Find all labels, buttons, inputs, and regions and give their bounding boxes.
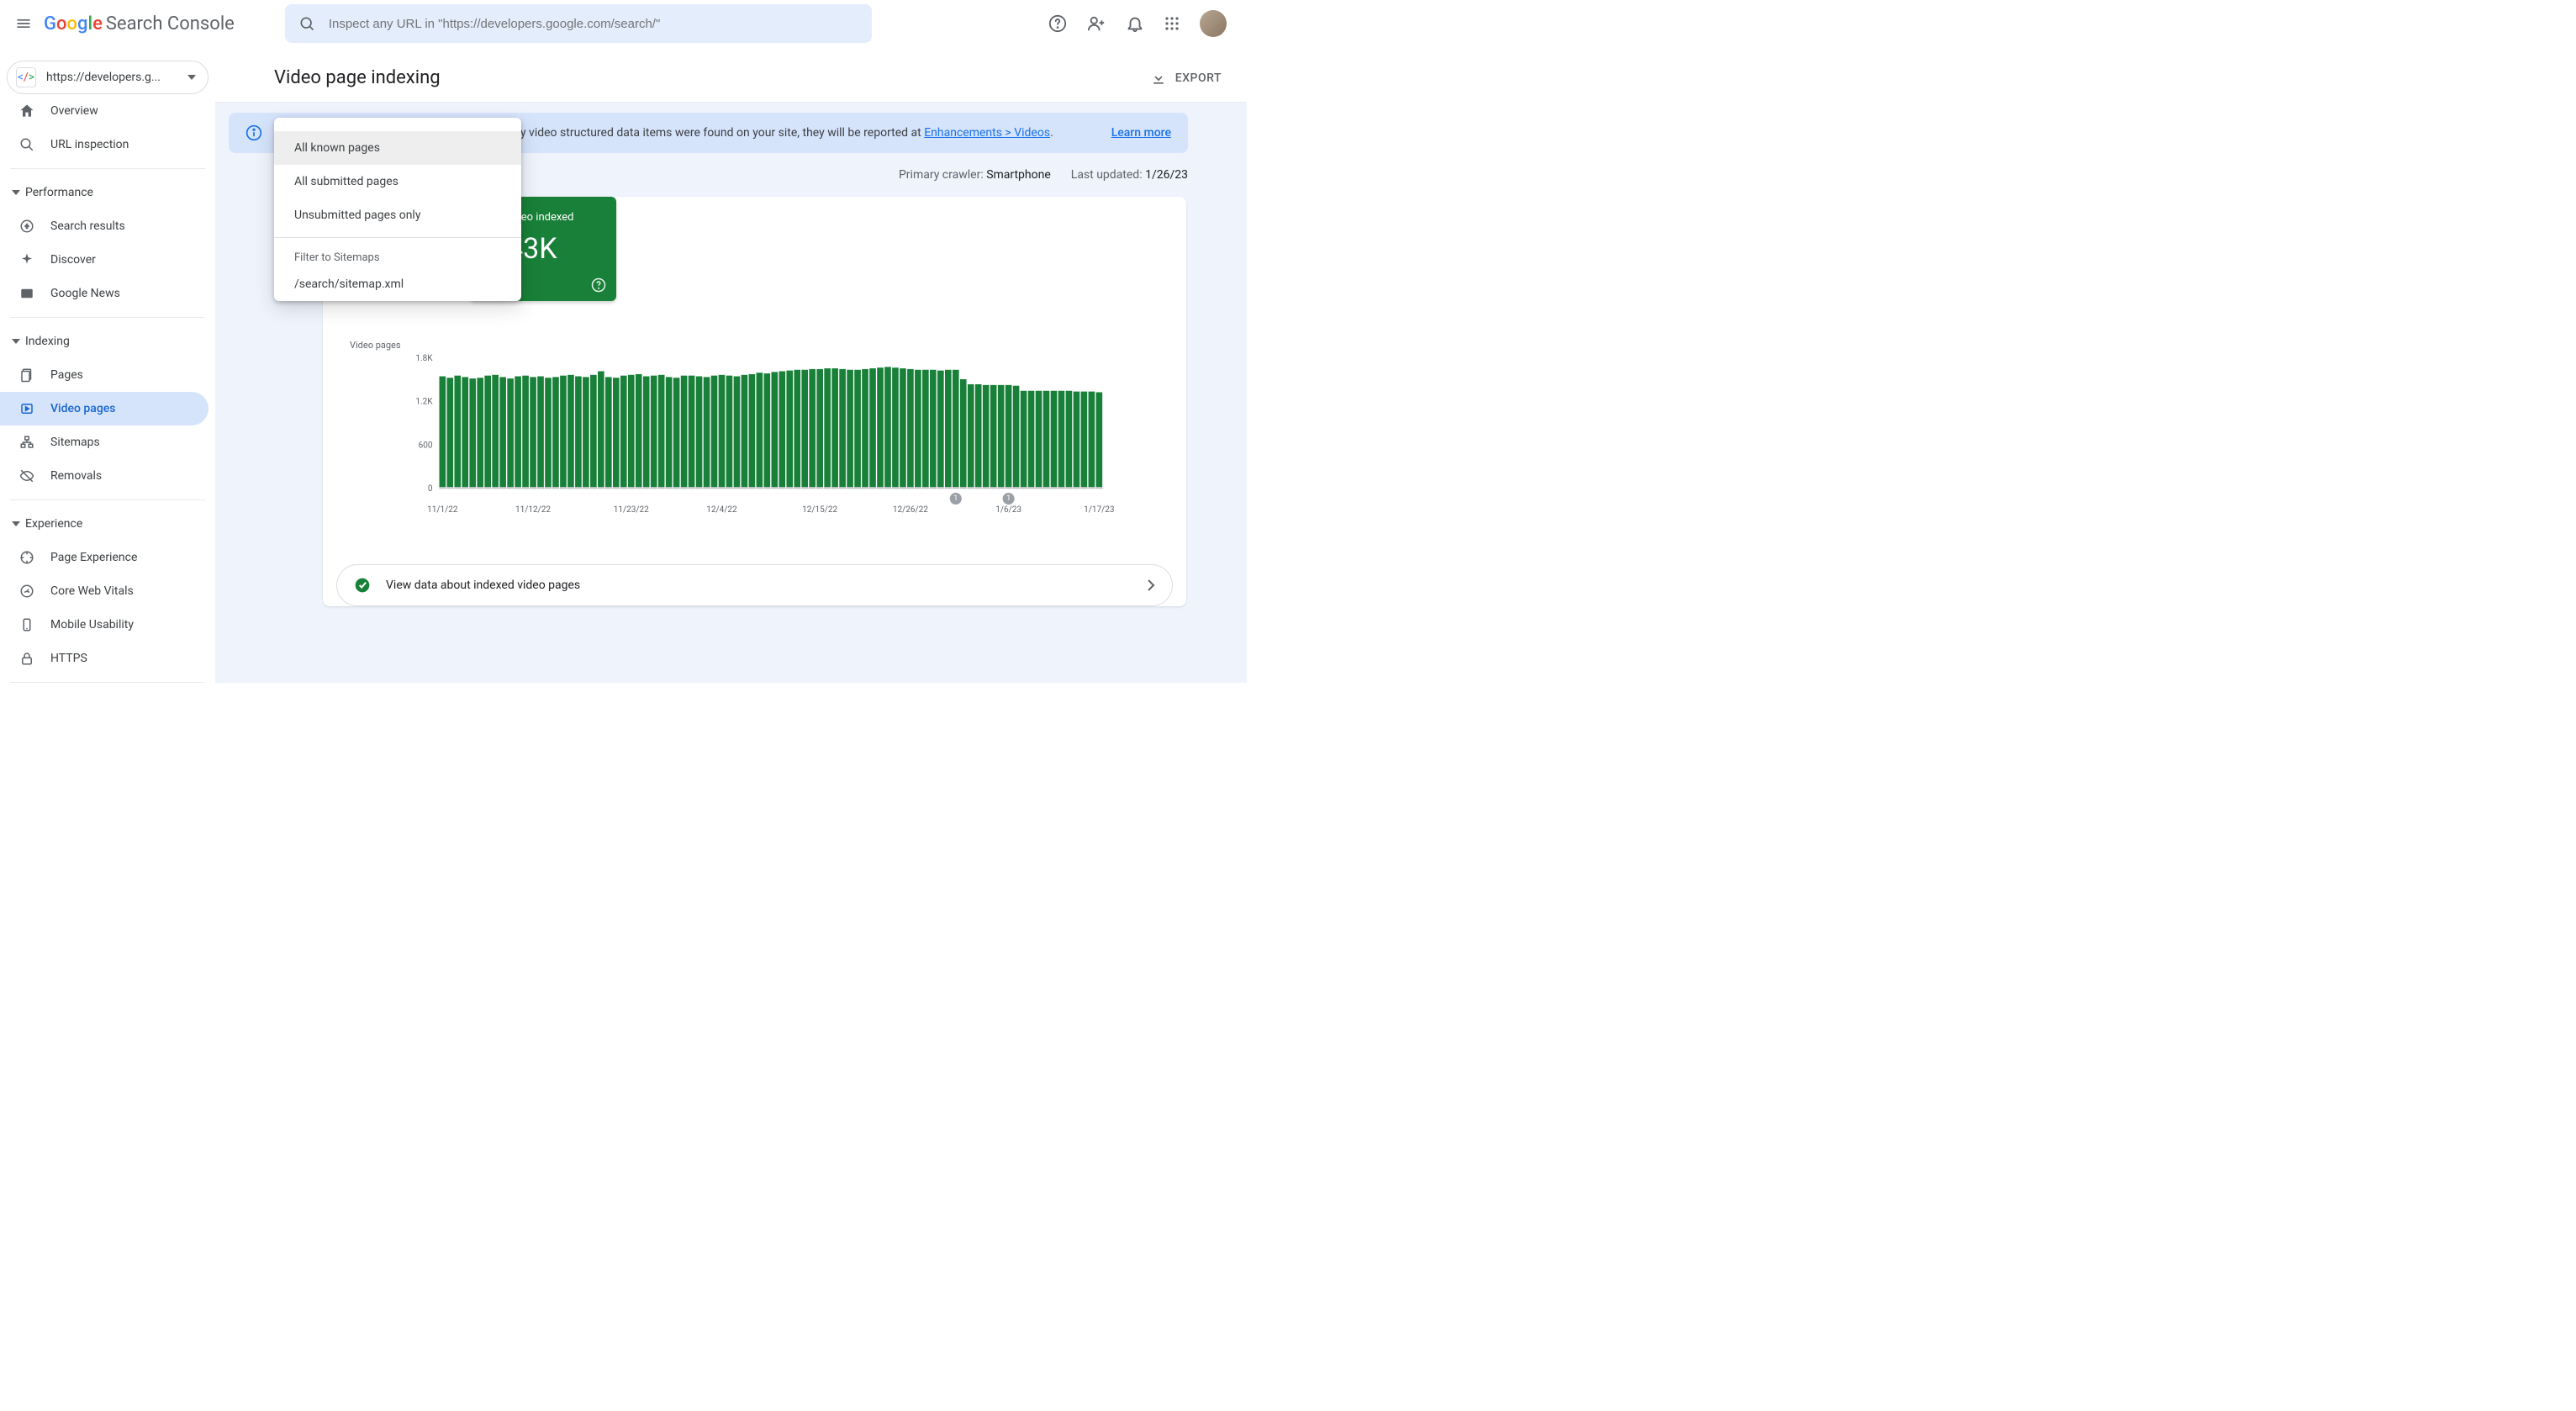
app-name: Search Console bbox=[106, 13, 235, 34]
help-icon[interactable] bbox=[1048, 14, 1067, 33]
nav-section-performance[interactable]: Performance bbox=[0, 176, 215, 209]
chevron-down-icon bbox=[187, 75, 196, 80]
chart-title: Video pages bbox=[350, 340, 1173, 351]
dropdown-sitemaps-header: Filter to Sitemaps bbox=[274, 243, 521, 267]
svg-text:1/6/23: 1/6/23 bbox=[995, 505, 1021, 515]
svg-text:1/17/23: 1/17/23 bbox=[1084, 505, 1114, 515]
nav-url-inspection[interactable]: URL inspection bbox=[0, 128, 209, 161]
export-button[interactable]: EXPORT bbox=[1150, 70, 1222, 87]
app-logo: Google Search Console bbox=[44, 13, 235, 34]
search-input[interactable] bbox=[329, 17, 858, 31]
nav-discover[interactable]: Discover bbox=[0, 243, 209, 277]
property-label: https://developers.g... bbox=[46, 71, 177, 84]
learn-more-link[interactable]: Learn more bbox=[1111, 126, 1171, 140]
property-selector[interactable]: </> https://developers.g... bbox=[7, 61, 209, 94]
svg-text:11/1/22: 11/1/22 bbox=[427, 505, 458, 515]
check-circle-icon bbox=[354, 577, 371, 594]
property-favicon: </> bbox=[16, 67, 36, 87]
nav-pages[interactable]: Pages bbox=[0, 358, 209, 392]
svg-text:12/15/22: 12/15/22 bbox=[802, 505, 837, 515]
svg-text:1: 1 bbox=[1006, 494, 1011, 503]
dropdown-all-known[interactable]: All known pages bbox=[274, 131, 521, 165]
enhancements-link[interactable]: Enhancements > Videos bbox=[924, 126, 1050, 140]
svg-text:0: 0 bbox=[428, 484, 433, 494]
svg-text:1.2K: 1.2K bbox=[415, 398, 433, 407]
svg-text:11/23/22: 11/23/22 bbox=[614, 505, 649, 515]
page-title: Video page indexing bbox=[274, 67, 441, 88]
sidebar-nav: Overview URL inspection Performance Sear… bbox=[0, 94, 215, 683]
notifications-icon[interactable] bbox=[1126, 14, 1144, 33]
chevron-right-icon bbox=[1147, 579, 1155, 592]
page-filter-dropdown[interactable]: All known pages All submitted pages Unsu… bbox=[274, 118, 521, 301]
nav-https[interactable]: HTTPS bbox=[0, 642, 209, 675]
help-icon[interactable] bbox=[591, 277, 606, 293]
user-avatar[interactable] bbox=[1200, 10, 1227, 37]
nav-google-news[interactable]: Google News bbox=[0, 277, 209, 310]
download-icon bbox=[1150, 70, 1167, 87]
svg-text:1.8K: 1.8K bbox=[415, 354, 433, 363]
nav-video-pages[interactable]: Video pages bbox=[0, 392, 209, 425]
nav-removals[interactable]: Removals bbox=[0, 459, 209, 493]
nav-mobile-usability[interactable]: Mobile Usability bbox=[0, 608, 209, 642]
svg-text:12/4/22: 12/4/22 bbox=[706, 505, 737, 515]
add-user-icon[interactable] bbox=[1087, 14, 1106, 33]
dropdown-unsubmitted-only[interactable]: Unsubmitted pages only bbox=[274, 198, 521, 232]
apps-grid-icon[interactable] bbox=[1164, 16, 1180, 31]
info-icon bbox=[245, 124, 262, 141]
nav-search-results[interactable]: Search results bbox=[0, 209, 209, 243]
hamburger-menu-icon[interactable] bbox=[13, 13, 34, 34]
nav-section-indexing[interactable]: Indexing bbox=[0, 325, 215, 358]
bar-chart: 0 600 1.2K 1.8K 11/1/22 11/12/22 11/23/22 12/4/… bbox=[336, 354, 1173, 522]
nav-page-experience[interactable]: Page Experience bbox=[0, 541, 209, 574]
dropdown-sitemap-item[interactable]: /search/sitemap.xml bbox=[274, 267, 521, 301]
view-indexed-pages-row[interactable]: View data about indexed video pages bbox=[336, 564, 1173, 606]
nav-overview[interactable]: Overview bbox=[0, 94, 209, 128]
svg-text:600: 600 bbox=[419, 441, 433, 450]
svg-text:11/12/22: 11/12/22 bbox=[515, 505, 551, 515]
url-inspect-search[interactable] bbox=[285, 4, 872, 43]
search-icon bbox=[298, 15, 315, 32]
svg-text:12/26/22: 12/26/22 bbox=[893, 505, 928, 515]
nav-sitemaps[interactable]: Sitemaps bbox=[0, 425, 209, 459]
nav-section-experience[interactable]: Experience bbox=[0, 507, 215, 541]
nav-core-web-vitals[interactable]: Core Web Vitals bbox=[0, 574, 209, 608]
svg-text:1: 1 bbox=[953, 494, 958, 503]
dropdown-all-submitted[interactable]: All submitted pages bbox=[274, 165, 521, 198]
